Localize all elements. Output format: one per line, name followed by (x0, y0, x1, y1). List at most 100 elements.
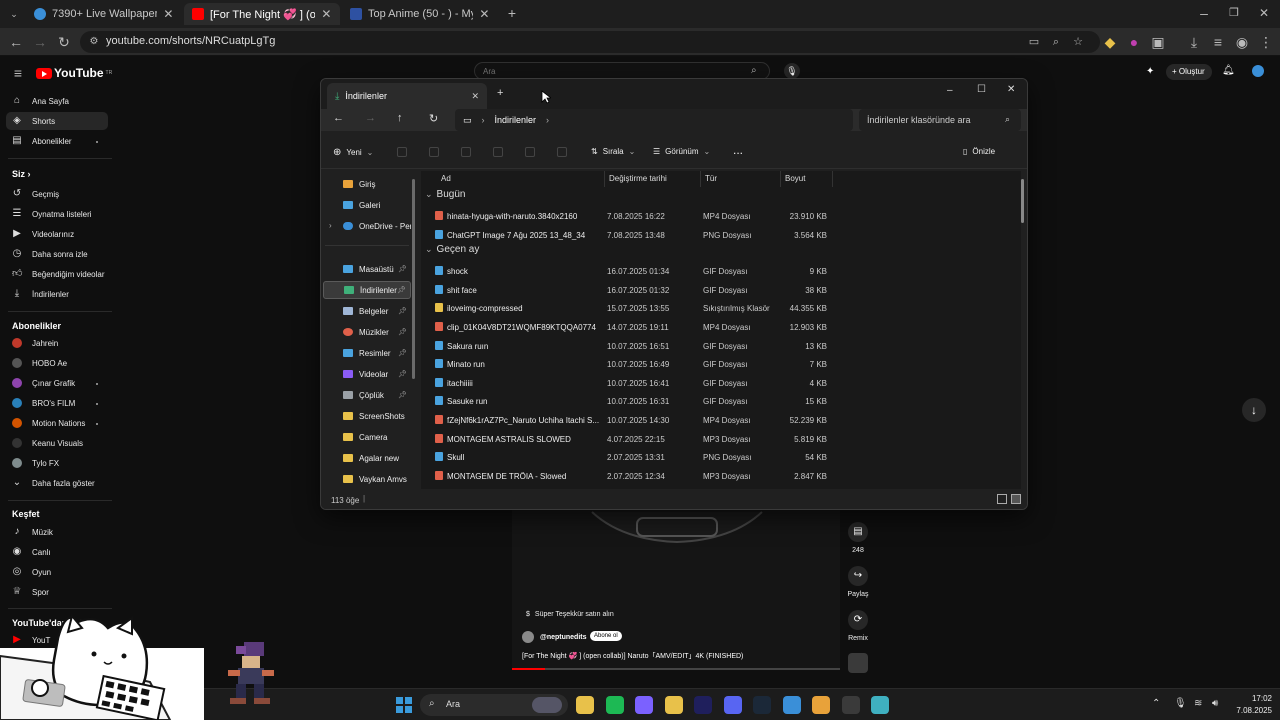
back-icon[interactable]: ← (333, 112, 344, 124)
cast-shorts-icon[interactable]: ✦ (1146, 66, 1154, 77)
back-icon[interactable]: ← (8, 34, 24, 50)
sidebar-item-channel[interactable]: BRO's FILM (6, 394, 108, 412)
zoom-icon[interactable]: ⌕ (1048, 34, 1064, 50)
file-row[interactable]: iloveimg-compressed 15.07.2025 13:55 Sıkış… (429, 299, 829, 317)
you-section-header[interactable]: Siz › (12, 169, 31, 179)
next-short-button[interactable]: ↓ (1242, 398, 1266, 422)
menu-icon[interactable]: ⋮ (1258, 34, 1274, 50)
extension-icon[interactable]: ◆ (1102, 34, 1118, 50)
taskbar-search-input[interactable]: ⌕ Ara (420, 694, 568, 716)
close-icon[interactable]: ✕ (471, 91, 479, 102)
file-row[interactable]: hinata-hyuga-with-naruto.3840x2160 7.08.2… (429, 207, 829, 225)
microphone-icon[interactable]: 🎙︎ (1174, 698, 1187, 709)
subscribe-button[interactable]: Abone ol (590, 631, 622, 641)
media-control-icon[interactable]: ≡ (1210, 34, 1226, 50)
short-title[interactable]: [For The Night 💞 ] (open collab)] Naruto… (522, 651, 832, 661)
sidebar-item-channel[interactable]: Keanu Visuals (6, 434, 108, 452)
nav-item-pictures[interactable]: Resimler 📌︎ (323, 344, 411, 362)
sidebar-item-watch-later[interactable]: ◷ Daha sonra izle (6, 245, 108, 263)
file-row[interactable]: fZejNf6k1rAZ7Pc_Naruto Uchiha Itachi S..… (429, 411, 829, 429)
column-header-name[interactable]: Ad (421, 171, 605, 187)
view-button[interactable]: ☰ Görünüm ⌄ (653, 147, 710, 156)
wifi-icon[interactable]: ≋ (1194, 698, 1202, 709)
sidebar-item-live[interactable]: ◉ Canlı (6, 543, 108, 561)
nav-item-videos[interactable]: Videolar 📌︎ (323, 365, 411, 383)
nav-item-desktop[interactable]: Masaüstü 📌︎ (323, 260, 411, 278)
channel-avatar[interactable] (522, 631, 534, 643)
file-list-scrollbar[interactable] (1021, 179, 1024, 223)
hamburger-menu-icon[interactable]: ≡ (10, 65, 26, 81)
nav-item-folder[interactable]: ScreenShots (323, 407, 411, 425)
forward-icon[interactable]: → (365, 112, 376, 124)
notepad-icon[interactable] (871, 696, 889, 714)
chevron-up-icon[interactable]: ⌃ (1152, 698, 1160, 709)
file-explorer-icon[interactable] (576, 696, 594, 714)
spotify-icon[interactable] (605, 696, 624, 714)
file-row[interactable]: MONTAGEM DE TRÔIA - Slowed 2.07.2025 12:3… (429, 467, 829, 485)
nav-item-folder[interactable]: Agalar new (323, 449, 411, 467)
create-button[interactable]: + Oluştur (1166, 64, 1212, 80)
nav-item-recycle-bin[interactable]: Çöplük 📌︎ (323, 386, 411, 404)
file-row[interactable]: ChatGPT Image 7 Ağu 2025 13_48_34 7.08.20… (429, 226, 829, 244)
sidebar-item-downloads[interactable]: ⤓ İndirilenler (6, 285, 108, 303)
browser-tab-3[interactable]: Top Anime (50 - ) - MyAnimeLi ✕ (342, 3, 498, 25)
extensions-puzzle-icon[interactable]: ▣ (1150, 34, 1166, 50)
sidebar-item-music[interactable]: ♪ Müzik (6, 523, 108, 541)
pin-icon[interactable]: 📌︎ (398, 265, 407, 273)
progress-bar[interactable] (512, 668, 840, 670)
microphone-icon[interactable]: 🎙 (784, 63, 800, 79)
close-icon[interactable]: ✕ (163, 7, 174, 21)
column-header-type[interactable]: Tür (701, 171, 781, 187)
super-thanks-link[interactable]: $ Süper Teşekkür satın alın (526, 611, 614, 618)
file-row[interactable]: shock 16.07.2025 01:34 GIF Dosyası 9 KB (429, 262, 829, 280)
sidebar-item-your-videos[interactable]: ▶ Videolarınız (6, 225, 108, 243)
nav-item-music[interactable]: Müzikler 📌︎ (323, 323, 411, 341)
youtube-logo[interactable]: YouTube TR (36, 66, 112, 80)
nav-item-folder[interactable]: Vaykan Amvs (323, 470, 411, 488)
maximize-icon[interactable]: ☐ (977, 84, 986, 95)
file-row[interactable]: Sakura ruın 10.07.2025 16:51 GIF Dosyası 13… (429, 337, 829, 355)
show-more-button[interactable]: ⌄ Daha fazla göster (6, 474, 108, 492)
sidebar-item-channel[interactable]: Çınar Grafik (6, 374, 108, 392)
forward-icon[interactable]: → (32, 34, 48, 50)
explorer-address-bar[interactable]: ▭ › İndirilenler › (455, 109, 853, 131)
explorer-tab[interactable]: ⤓ İndirilenler ✕ (327, 83, 487, 109)
breadcrumb[interactable]: İndirilenler (495, 115, 537, 125)
paste-icon[interactable] (461, 147, 471, 157)
explorer-search-input[interactable]: İndirilenler klasöründe ara ⌕ (859, 109, 1021, 131)
bookmark-star-icon[interactable]: ☆ (1070, 34, 1086, 50)
nav-item-gallery[interactable]: Galeri (323, 196, 411, 214)
up-icon[interactable]: ↑ (397, 112, 403, 124)
file-row[interactable]: clip_01K04V8DT21WQMF89KTQQA0774 14.07.202… (429, 318, 829, 336)
minimize-icon[interactable]: – (947, 85, 953, 96)
pin-icon[interactable]: 📌︎ (397, 286, 406, 294)
file-row[interactable]: itachiiiii 10.07.2025 16:41 GIF Dosyası 4 K… (429, 374, 829, 392)
new-tab-button[interactable]: + (504, 5, 520, 21)
column-header-date[interactable]: Değiştirme tarihi (605, 171, 701, 187)
nav-item-onedrive[interactable]: › OneDrive - Per (323, 217, 411, 235)
file-row[interactable]: Minato run 10.07.2025 16:49 GIF Dosyası 7 K… (429, 355, 829, 373)
pin-icon[interactable]: 📌︎ (398, 349, 407, 357)
address-bar[interactable]: ⚙ youtube.com/shorts/NRCuatpLgTg ▭ ⌕ ☆ (80, 31, 1100, 53)
sidebar-item-channel[interactable]: Tylo FX (6, 454, 108, 472)
tab-search-icon[interactable]: ⌄ (6, 6, 22, 22)
share-button[interactable]: ↪ (848, 566, 868, 586)
extension-icon[interactable]: ● (1126, 34, 1142, 50)
sidebar-item-home[interactable]: ⌂ Ana Sayfa (6, 92, 108, 110)
delete-icon[interactable] (557, 147, 567, 157)
new-button[interactable]: ⊕ Yeni ⌄ (333, 147, 373, 158)
details-view-icon[interactable] (997, 494, 1007, 504)
remix-button[interactable]: ⟳ (848, 610, 868, 630)
pin-icon[interactable]: 📌︎ (398, 307, 407, 315)
close-window-icon[interactable]: ✕ (1007, 84, 1015, 95)
site-info-icon[interactable]: ⚙ (86, 34, 102, 50)
close-icon[interactable]: ✕ (321, 7, 332, 21)
nav-item-home[interactable]: Giriş (323, 175, 411, 193)
profile-icon[interactable]: ◉ (1234, 34, 1250, 50)
channel-name[interactable]: @neptunedits (540, 634, 587, 641)
preview-button[interactable]: ▯ Önizle (963, 147, 995, 156)
sidebar-item-sports[interactable]: ♕ Spor (6, 583, 108, 601)
pin-icon[interactable]: 📌︎ (398, 391, 407, 399)
browser-tab-1[interactable]: 7390+ Live Wallpapers 4K - Fre ✕ (26, 3, 182, 25)
sidebar-item-history[interactable]: ↺ Geçmiş (6, 185, 108, 203)
